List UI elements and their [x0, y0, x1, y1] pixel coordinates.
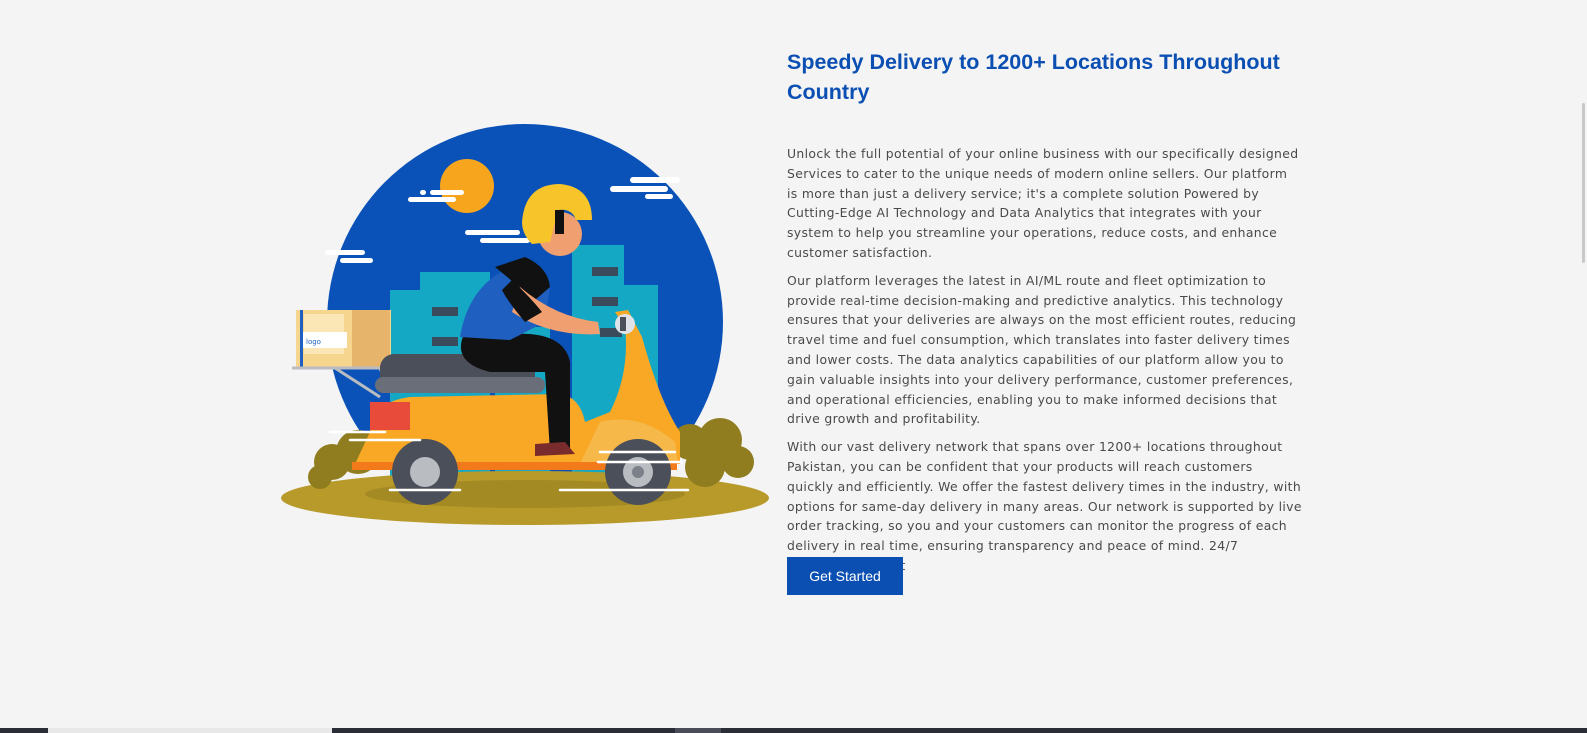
page-scrollbar[interactable] [1568, 0, 1587, 733]
delivery-info-section: Speedy Delivery to 1200+ Locations Throu… [787, 47, 1302, 576]
get-started-button[interactable]: Get Started [787, 557, 903, 595]
svg-text:logo: logo [306, 338, 321, 346]
paragraph-network: With our vast delivery network that span… [787, 439, 1302, 573]
taskbar-item[interactable] [675, 728, 721, 733]
delivery-illustration: logo [280, 122, 772, 532]
paragraph-technology: Our platform leverages the latest in AI/… [787, 272, 1297, 427]
scrollbar-thumb[interactable] [1582, 103, 1585, 263]
taskbar-strip [0, 728, 1587, 733]
section-title: Speedy Delivery to 1200+ Locations Throu… [787, 50, 1280, 104]
taskbar-item[interactable] [48, 728, 332, 733]
delivery-scooter-icon: logo [281, 124, 769, 525]
paragraph-intro: Unlock the full potential of your online… [787, 146, 1299, 260]
